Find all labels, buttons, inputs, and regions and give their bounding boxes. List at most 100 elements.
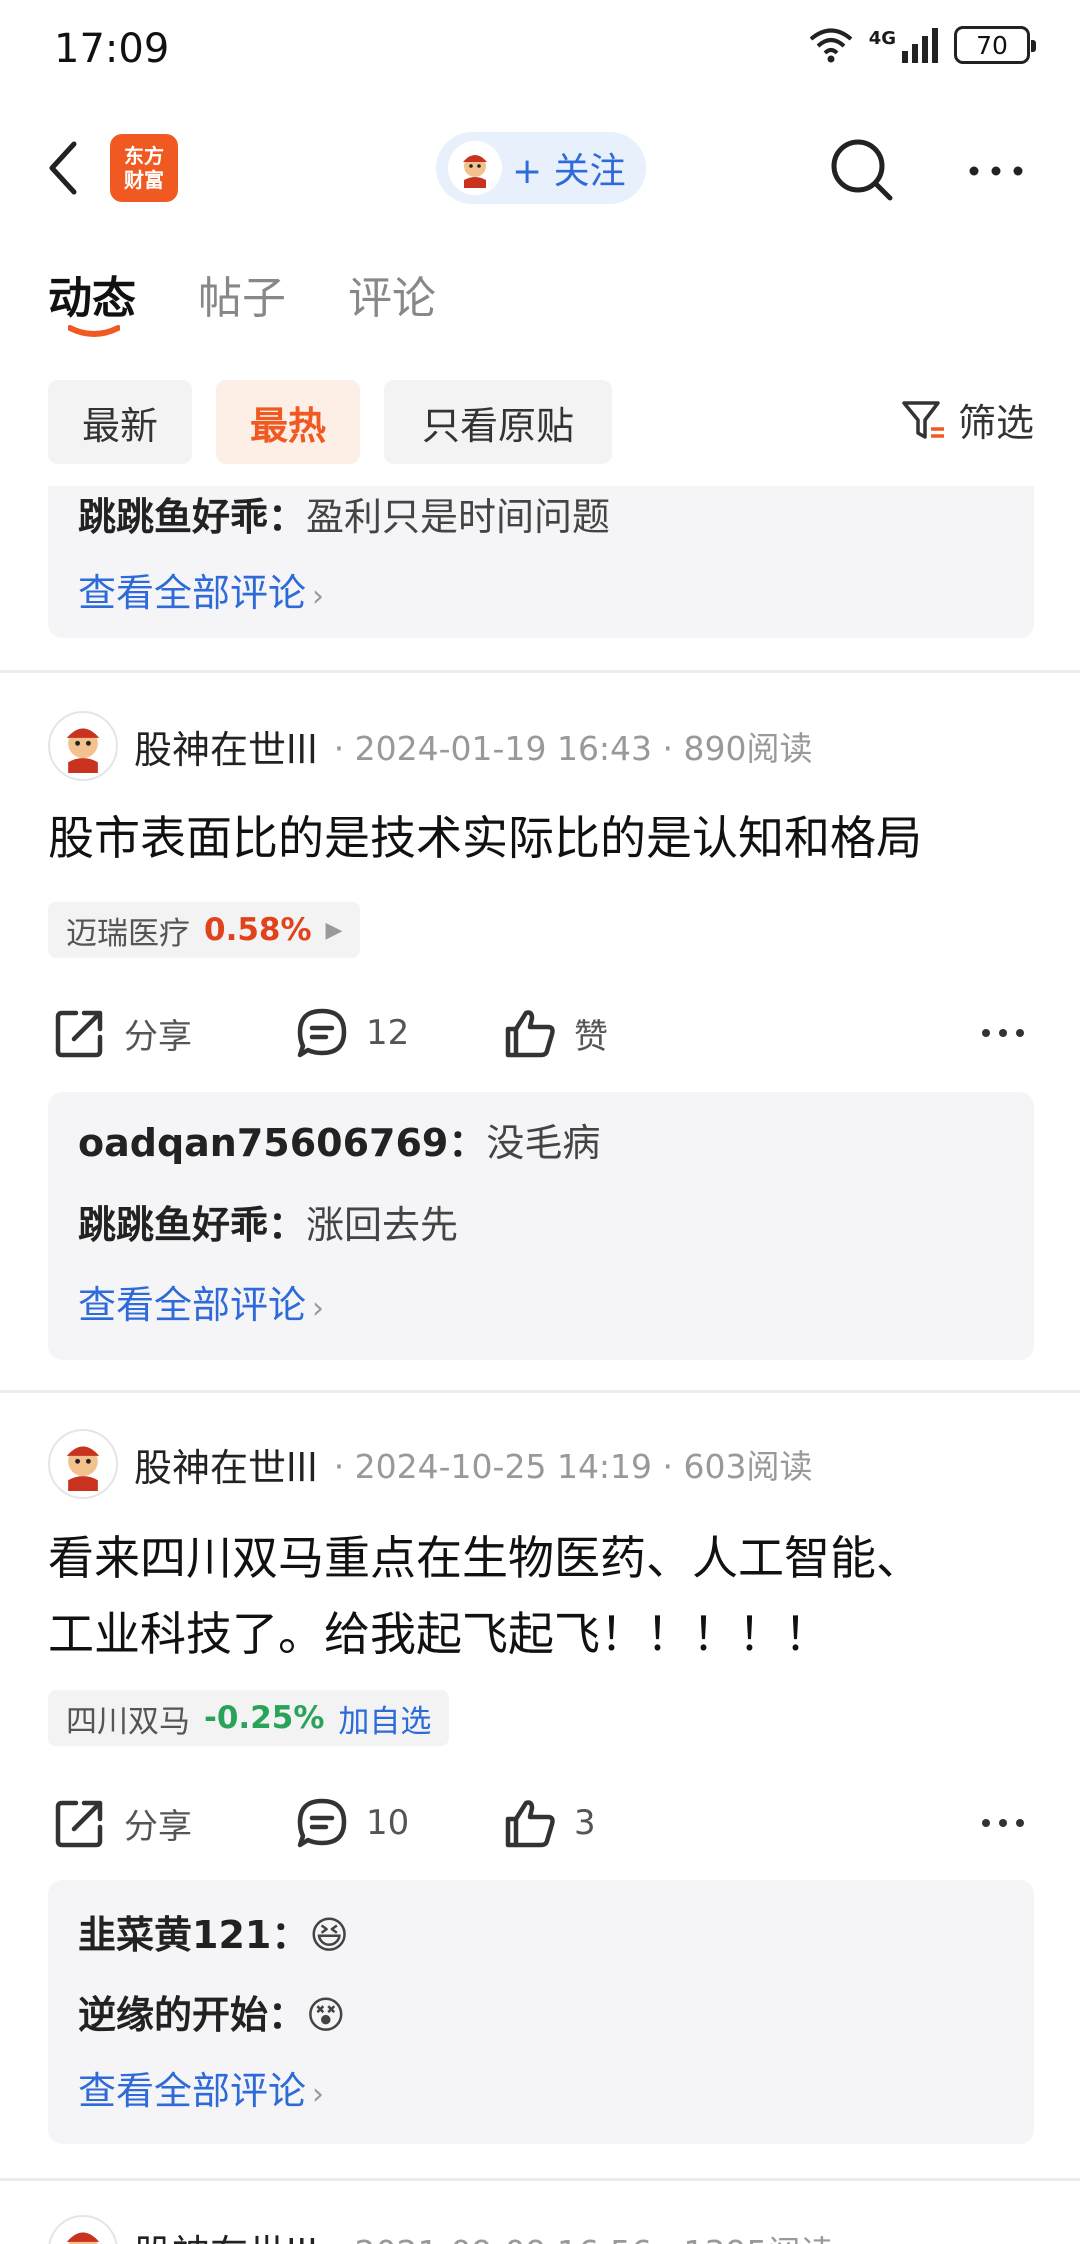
status-bar: 17:09 4G 70 [0,0,1080,100]
stock-name: 迈瑞医疗 [66,915,190,952]
app-logo-text: 东方财富 [124,144,164,192]
network-type: 4G [868,27,896,49]
post-reads: 603阅读 [683,1447,813,1486]
tab-active-indicator [68,325,120,337]
tab-activity-label: 动态 [48,273,136,324]
battery-level: 70 [976,30,1008,60]
comments-preview[interactable]: 韭菜黄121：😆 逆缘的开始：😵 查看全部评论 › [48,1880,1034,2144]
like-button[interactable]: 3 [502,1788,596,1858]
stock-tag[interactable]: 四川双马 -0.25% 加自选 [48,1690,450,1746]
author-avatar-icon[interactable] [48,2215,118,2244]
comment-text: 盈利只是时间问题 [306,495,611,539]
filter-button[interactable]: 筛选 [900,392,1034,447]
author-name[interactable]: 股神在世lll [134,719,318,774]
stock-change: 0.58% [204,912,312,948]
stock-tag[interactable]: 迈瑞医疗 0.58% ▶ [48,902,361,958]
comment-icon [297,1008,347,1058]
comment-author: 韭菜黄121： [78,1913,310,1957]
comment-count: 10 [366,1803,410,1843]
add-to-watchlist-button[interactable]: 加自选 [338,1696,431,1741]
post-header[interactable]: 股神在世lll · 2024-10-25 14:19 · 603阅读 [48,1428,813,1500]
comment-text: 涨回去先 [306,1203,459,1247]
post-meta: · 2024-10-25 14:19 · 603阅读 [333,1447,813,1486]
wifi-icon [809,28,852,63]
more-icon[interactable] [964,146,1028,196]
filter-latest-chip[interactable]: 最新 [48,380,192,464]
play-arrow-icon: ▶ [325,917,343,943]
chevron-right-icon: › [312,579,325,614]
post-reads: 1395阅读 [684,2233,834,2244]
comment-text: 没毛病 [486,1121,601,1165]
status-time: 17:09 [54,26,170,72]
comment-item: oadqan75606769：没毛病 [78,1112,600,1167]
post-header[interactable]: 股神在世lll · 2021-09-09 16:56 · 1395阅读 [48,2214,834,2244]
like-count: 3 [574,1803,596,1843]
post-body-line: 看来四川双马重点在生物医药、人工智能、 [48,1531,922,1585]
app-logo[interactable]: 东方财富 [110,134,178,202]
like-label: 赞 [574,1016,608,1057]
share-icon [55,1800,103,1848]
view-all-label: 查看全部评论 [78,2069,307,2113]
comment-button[interactable]: 10 [294,1788,409,1858]
author-name[interactable]: 股神在世lll [134,1437,318,1492]
like-button[interactable]: 赞 [502,998,608,1068]
tab-activity[interactable]: 动态 [48,262,136,337]
comment-author: 跳跳鱼好乖： [78,1203,307,1247]
post-body[interactable]: 股市表面比的是技术实际比的是认知和格局 [48,800,1038,876]
more-icon[interactable] [978,1798,1028,1848]
share-icon [55,1010,103,1058]
stock-name: 四川双马 [66,1703,190,1740]
filter-original-chip[interactable]: 只看原贴 [384,380,612,464]
laughing-emoji-icon: 😆 [309,1913,349,1957]
comment-item: 跳跳鱼好乖：涨回去先 [78,1194,458,1249]
dizzy-emoji-icon: 😵 [306,1993,346,2037]
signal-icon [902,28,938,63]
comment-item: 逆缘的开始：😵 [78,1984,346,2039]
author-name[interactable]: 股神在世lll [134,2223,318,2244]
comment-count: 12 [366,1013,410,1053]
status-icons: 4G 70 [807,26,1036,64]
post-body[interactable]: 看来四川双马重点在生物医药、人工智能、 工业科技了。给我起飞起飞！！！！！ [48,1520,1038,1672]
feed: 跳跳鱼好乖：盈利只是时间问题 查看全部评论 › 股神在世lll · 2024-01… [0,486,1080,2244]
follow-button[interactable]: + 关注 [436,132,646,204]
filter-hot-chip[interactable]: 最热 [216,380,360,464]
share-button[interactable]: 分享 [52,1788,192,1858]
post-date: 2024-01-19 16:43 [354,729,653,768]
comment-author: 跳跳鱼好乖： [78,495,307,539]
filter-row: 最新 最热 只看原贴 筛选 [48,380,1034,464]
comments-preview[interactable]: oadqan75606769：没毛病 跳跳鱼好乖：涨回去先 查看全部评论 › [48,1092,1034,1360]
tab-posts-label: 帖子 [198,273,286,324]
post-meta: · 2024-01-19 16:43 · 890阅读 [333,729,813,768]
comment-author: oadqan75606769： [78,1121,487,1165]
post-header[interactable]: 股神在世lll · 2024-01-19 16:43 · 890阅读 [48,710,813,782]
stock-change: -0.25% [204,1700,325,1736]
tab-comments[interactable]: 评论 [348,262,436,326]
tab-posts[interactable]: 帖子 [198,262,286,326]
comment-icon [297,1798,347,1848]
main-tabs: 动态 帖子 评论 [48,262,436,337]
author-avatar-icon[interactable] [48,711,118,781]
post-body-line: 工业科技了。给我起飞起飞！！！！！ [48,1607,830,1661]
author-avatar-icon[interactable] [48,1429,118,1499]
comment-button[interactable]: 12 [294,998,409,1068]
comment-item: 跳跳鱼好乖：盈利只是时间问题 [78,486,610,541]
search-icon[interactable] [828,136,898,206]
filter-icon [902,400,944,439]
back-icon[interactable] [40,138,90,198]
view-all-comments-link[interactable]: 查看全部评论 › [78,2060,324,2115]
comment-item: 韭菜黄121：😆 [78,1904,349,1959]
thumbs-up-icon [505,1010,555,1058]
more-icon[interactable] [978,1008,1028,1058]
comments-preview[interactable]: 跳跳鱼好乖：盈利只是时间问题 查看全部评论 › [48,486,1034,638]
view-all-comments-link[interactable]: 查看全部评论 › [78,562,324,617]
nav-bar: 东方财富 + 关注 [0,110,1080,230]
post-meta: · 2021-09-09 16:56 · 1395阅读 [334,2226,834,2244]
view-all-label: 查看全部评论 [78,571,307,615]
comment-author: 逆缘的开始： [78,1993,307,2037]
view-all-comments-link[interactable]: 查看全部评论 › [78,1274,324,1329]
follow-label: + 关注 [512,151,626,192]
user-avatar-icon [448,141,502,195]
post-date: 2021-09-09 16:56 [355,2233,652,2244]
chevron-right-icon: › [312,1291,325,1326]
share-button[interactable]: 分享 [52,998,192,1068]
